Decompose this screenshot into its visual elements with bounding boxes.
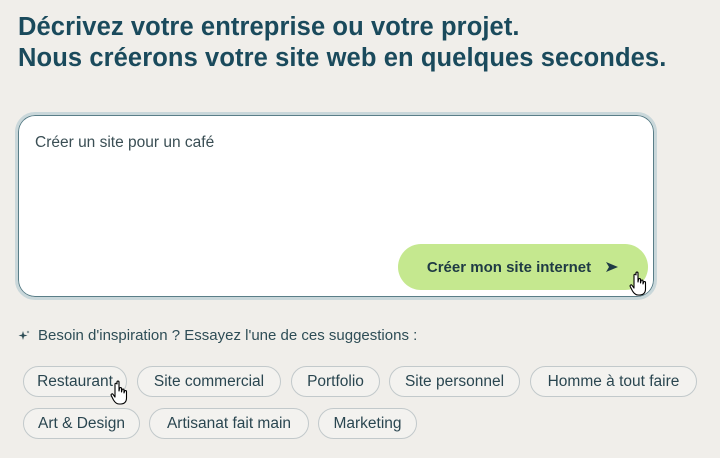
headline-line-2: Nous créerons votre site web en quelques…	[18, 44, 667, 72]
suggestion-chip-artisanat-fait-main[interactable]: Artisanat fait main	[149, 408, 309, 439]
page-headline: Décrivez votre entreprise ou votre proje…	[18, 12, 666, 74]
suggestion-chip-site-commercial[interactable]: Site commercial	[137, 366, 281, 397]
hand-pointer-icon	[629, 271, 647, 296]
hand-pointer-icon	[110, 380, 128, 405]
create-website-button-label: Créer mon site internet	[426, 258, 592, 276]
send-arrow-icon	[606, 262, 619, 272]
inspiration-hint: Besoin d'inspiration ? Essayez l'une de …	[18, 327, 417, 344]
inspiration-text: Besoin d'inspiration ? Essayez l'une de …	[38, 327, 418, 344]
suggestion-chip-portfolio[interactable]: Portfolio	[291, 366, 380, 397]
headline-line-1: Décrivez votre entreprise ou votre proje…	[18, 13, 520, 41]
suggestion-chip-art-design[interactable]: Art & Design	[23, 408, 140, 439]
create-website-button[interactable]: Créer mon site internet	[398, 244, 648, 290]
project-description-text[interactable]: Créer un site pour un café	[35, 134, 634, 152]
sparkle-icon	[18, 330, 30, 340]
project-description-input[interactable]: Créer un site pour un café Créer mon sit…	[15, 112, 657, 300]
suggestion-chip-homme-a-tout-faire[interactable]: Homme à tout faire	[530, 366, 697, 397]
suggestion-chip-marketing[interactable]: Marketing	[318, 408, 417, 439]
suggestion-chip-site-personnel[interactable]: Site personnel	[389, 366, 520, 397]
